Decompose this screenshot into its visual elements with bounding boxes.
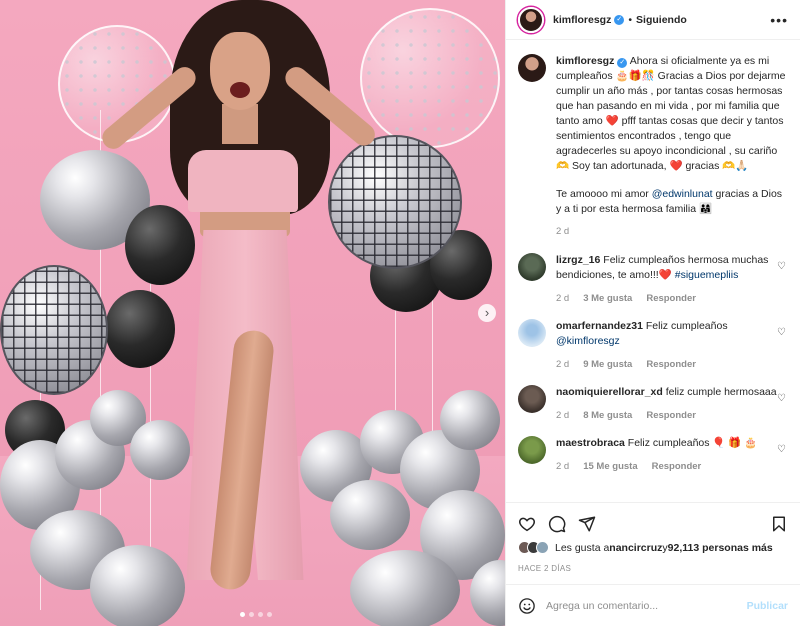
silver-balloon (440, 390, 500, 450)
following-button[interactable]: Siguiendo (636, 14, 687, 26)
caption-paragraph-2: Te amoooo mi amor @edwinlunat gracias a … (556, 187, 788, 217)
silver-balloon (130, 420, 190, 480)
likes-count-link[interactable]: 92,113 personas más (668, 542, 773, 554)
action-bar (506, 503, 800, 537)
disco-ball-balloon (328, 135, 462, 269)
comment-likes-count[interactable]: 9 Me gusta (583, 357, 632, 372)
carousel-dot-active (240, 612, 245, 617)
likes-summary: Les gusta a nancircruz y 92,113 personas… (506, 537, 800, 554)
comment-item: lizrgz_16 Feliz cumpleaños hermosa mucha… (518, 253, 788, 306)
comment-mention-link[interactable]: @kimfloresgz (556, 335, 620, 347)
verified-badge-icon: ✓ (617, 58, 628, 68)
save-bookmark-icon[interactable] (770, 515, 788, 533)
comment-likes-count[interactable]: 3 Me gusta (583, 291, 632, 306)
commenter-username[interactable]: maestrobraca (556, 437, 625, 449)
clear-confetti-balloon (360, 8, 500, 148)
caption-text: Te amoooo mi amor (556, 188, 652, 200)
comments-scroll-area[interactable]: kimfloresgz ✓ Ahora si oficialmente ya es… (506, 42, 800, 502)
post-header: kimfloresgz ✓ • Siguiendo ••• (506, 0, 800, 40)
comment-time[interactable]: 2 d (556, 459, 569, 474)
likes-prefix: Les gusta a (555, 541, 610, 554)
post-side-panel: kimfloresgz ✓ • Siguiendo ••• kimfloresg… (505, 0, 800, 626)
person-mouth (230, 82, 250, 98)
commenter-avatar[interactable] (518, 319, 546, 347)
comment-meta: 2 d 9 Me gusta Responder (556, 357, 788, 372)
comment-likes-count[interactable]: 8 Me gusta (583, 408, 632, 423)
liker-avatars (518, 541, 549, 554)
comment-bubble-icon[interactable] (548, 515, 566, 533)
commenter-avatar[interactable] (518, 385, 546, 413)
silver-balloon (330, 480, 410, 550)
caption-text: Ahora si oficialmente ya es mi cumpleaño… (556, 55, 786, 172)
comment-item: naomiquierellorar_xd feliz cumple hermos… (518, 385, 788, 423)
comment-meta: 2 d 8 Me gusta Responder (556, 408, 788, 423)
black-balloon (105, 290, 175, 368)
author-username[interactable]: kimfloresgz (553, 14, 611, 26)
caption-author-avatar[interactable] (518, 54, 546, 82)
comment-time[interactable]: 2 d (556, 357, 569, 372)
comment-meta: 2 d 3 Me gusta Responder (556, 291, 788, 306)
post-caption: kimfloresgz ✓ Ahora si oficialmente ya es… (518, 54, 788, 239)
comment-text: feliz cumple hermosaaa (665, 386, 777, 398)
liker-avatar (536, 541, 549, 554)
balloon-string (150, 240, 151, 570)
like-heart-icon[interactable] (518, 515, 536, 533)
publish-button[interactable]: Publicar (747, 600, 788, 612)
carousel-dot (258, 612, 263, 617)
pink-top (188, 150, 298, 212)
liker-username[interactable]: nancircruz (609, 542, 662, 554)
caption-timestamp[interactable]: 2 d (556, 224, 788, 239)
commenter-username[interactable]: naomiquierellorar_xd (556, 386, 663, 398)
disco-ball-balloon (0, 265, 108, 395)
commenter-avatar[interactable] (518, 436, 546, 464)
comment-reply-button[interactable]: Responder (652, 459, 702, 474)
comment-reply-button[interactable]: Responder (646, 291, 696, 306)
caption-mention-link[interactable]: @edwinlunat (652, 188, 713, 200)
commenter-avatar[interactable] (518, 253, 546, 281)
black-balloon (125, 205, 195, 285)
comment-time[interactable]: 2 d (556, 291, 569, 306)
comment-hashtag-link[interactable]: #siguemepliis (675, 269, 739, 281)
comment-item: omarfernandez31 Feliz cumpleaños @kimflo… (518, 319, 788, 372)
emoji-smiley-icon[interactable] (518, 597, 536, 615)
comment-text: Feliz cumpleaños (645, 320, 728, 332)
carousel-dot (249, 612, 254, 617)
comment-like-heart-icon[interactable]: ♡ (777, 393, 786, 404)
commenter-username[interactable]: omarfernandez31 (556, 320, 643, 332)
comment-item: maestrobraca Feliz cumpleaños 🎈 🎁 🎂 2 d … (518, 436, 788, 474)
comment-like-heart-icon[interactable]: ♡ (777, 261, 786, 272)
comment-likes-count[interactable]: 15 Me gusta (583, 459, 637, 474)
add-comment-bar: Publicar (506, 584, 800, 626)
comment-meta: 2 d 15 Me gusta Responder (556, 459, 788, 474)
post-date[interactable]: HACE 2 DÍAS (506, 554, 800, 573)
carousel-dot (267, 612, 272, 617)
carousel-dots (240, 612, 272, 617)
caption-username[interactable]: kimfloresgz (556, 55, 614, 67)
author-avatar[interactable] (518, 6, 544, 33)
post-actions-section: Les gusta a nancircruz y 92,113 personas… (506, 502, 800, 626)
silver-balloon (350, 550, 460, 626)
comment-like-heart-icon[interactable]: ♡ (777, 327, 786, 338)
comment-time[interactable]: 2 d (556, 408, 569, 423)
post-photo[interactable]: › (0, 0, 505, 626)
comment-text: Feliz cumpleaños 🎈 🎁 🎂 (627, 437, 758, 449)
silver-balloon (90, 545, 185, 626)
person-neck (222, 104, 258, 144)
carousel-next-button[interactable]: › (478, 304, 496, 322)
share-paper-plane-icon[interactable] (578, 515, 596, 533)
person-face (210, 32, 270, 110)
header-separator: • (628, 13, 633, 26)
add-comment-input[interactable] (546, 599, 747, 612)
verified-badge-icon: ✓ (614, 14, 625, 25)
comment-reply-button[interactable]: Responder (646, 408, 696, 423)
comment-like-heart-icon[interactable]: ♡ (777, 444, 786, 455)
commenter-username[interactable]: lizrgz_16 (556, 254, 600, 266)
comment-reply-button[interactable]: Responder (646, 357, 696, 372)
more-options-icon[interactable]: ••• (770, 12, 788, 28)
